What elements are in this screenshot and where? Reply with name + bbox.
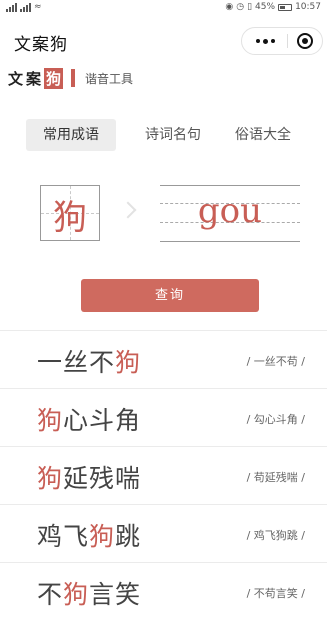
pinyin-text: gou [197, 191, 263, 231]
idiom-text: 不狗言笑 [37, 580, 142, 609]
source-idiom: / 一丝不苟 / [246, 355, 305, 368]
query-button[interactable]: 查询 [81, 279, 259, 312]
idiom-text: 狗心斗角 [37, 406, 142, 435]
more-icon[interactable] [248, 28, 282, 54]
result-row[interactable]: 狗延残喘 / 苟延残喘 / [0, 446, 327, 504]
status-right: ◉ ◷ ▯ 45% 10:57 [225, 2, 321, 12]
idiom-text: 一丝不狗 [37, 348, 142, 377]
result-list: 一丝不狗 / 一丝不苟 / 狗心斗角 / 勾心斗角 / 狗延残喘 / 苟延残喘 … [0, 330, 327, 620]
character-input-box[interactable]: 狗 [40, 185, 100, 241]
tab-poetry[interactable]: 诗词名句 [128, 119, 218, 151]
alarm-icon: ◷ [236, 2, 245, 12]
tab-common-idioms[interactable]: 常用成语 [26, 119, 116, 151]
status-bar: ≈ ◉ ◷ ▯ 45% 10:57 [0, 0, 327, 16]
result-row[interactable]: 鸡飞狗跳 / 鸡飞狗跳 / [0, 504, 327, 562]
idiom-text: 狗延残喘 [37, 464, 142, 493]
nav-bar: 文案狗 [0, 18, 327, 62]
wifi-icon: ≈ [34, 2, 42, 12]
query-character: 狗 [53, 198, 87, 238]
source-idiom: / 勾心斗角 / [246, 413, 305, 426]
brand-name-highlight: 狗 [44, 67, 64, 89]
tab-proverbs[interactable]: 俗语大全 [218, 119, 308, 151]
brand-name: 文案 [8, 69, 45, 88]
battery-percent: 45% [255, 2, 276, 12]
vibrate-icon: ▯ [247, 2, 253, 12]
battery-icon [278, 3, 293, 11]
source-idiom: / 鸡飞狗跳 / [246, 529, 305, 542]
location-icon: ◉ [225, 2, 234, 12]
signal-icon-2 [20, 2, 31, 12]
brand-subtitle: 谐音工具 [85, 71, 134, 86]
brand-divider [71, 69, 76, 87]
app-title: 文案狗 [14, 35, 68, 55]
pinyin-display: gou [160, 185, 300, 243]
brand-header: 文案 狗 谐音工具 [8, 67, 133, 89]
source-idiom: / 苟延残喘 / [246, 471, 305, 484]
chevron-right-icon [119, 201, 137, 219]
result-row[interactable]: 一丝不狗 / 一丝不苟 / [0, 330, 327, 388]
pinyin-line-top [160, 185, 300, 186]
capsule-divider [287, 34, 288, 48]
result-row[interactable]: 狗心斗角 / 勾心斗角 / [0, 388, 327, 446]
source-idiom: / 不苟言笑 / [246, 587, 305, 600]
signal-icon [6, 2, 17, 12]
pinyin-line-bottom [160, 241, 300, 242]
category-tabs: 常用成语 诗词名句 俗语大全 [0, 117, 327, 153]
idiom-text: 鸡飞狗跳 [37, 522, 142, 551]
status-left: ≈ [6, 2, 42, 12]
close-icon[interactable] [297, 33, 313, 49]
result-row[interactable]: 不狗言笑 / 不苟言笑 / [0, 562, 327, 620]
clock: 10:57 [295, 2, 321, 12]
mini-program-capsule [241, 27, 323, 55]
